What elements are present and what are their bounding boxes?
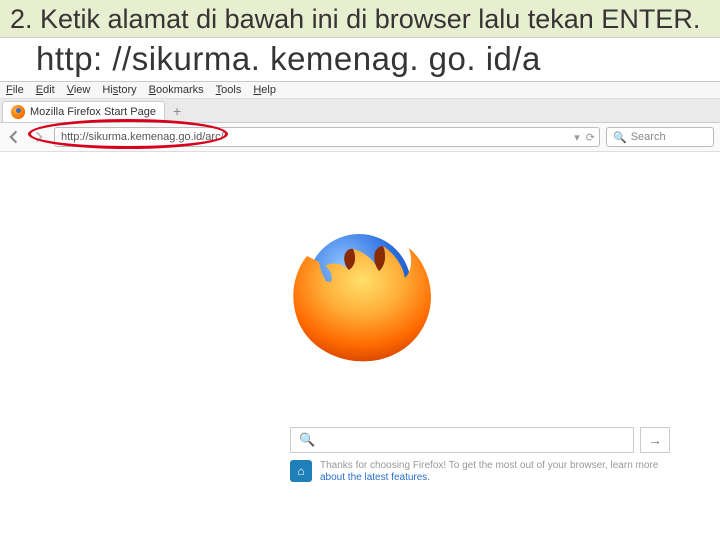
start-search-go-button[interactable]: →	[640, 427, 670, 453]
address-bar: http://sikurma.kemenag.go.id/arc/ ▾ ⟳ 🔍 …	[0, 123, 720, 152]
browser-frame: File Edit View History Bookmarks Tools H…	[0, 81, 720, 492]
start-page-search: 🔍 →	[290, 427, 670, 453]
promo-line1: Thanks for choosing Firefox! To get the …	[320, 460, 658, 471]
arrow-right-icon: →	[648, 432, 662, 448]
url-display: http: //sikurma. kemenag. go. id/a	[0, 38, 720, 81]
promo-banner: ⌂ Thanks for choosing Firefox! To get th…	[290, 460, 690, 484]
menu-tools[interactable]: Tools	[216, 84, 242, 96]
tab-title: Mozilla Firefox Start Page	[30, 106, 156, 118]
tab-start-page[interactable]: Mozilla Firefox Start Page	[2, 101, 165, 122]
reload-button[interactable]: ⟳	[586, 131, 595, 144]
menu-help[interactable]: Help	[253, 84, 276, 96]
url-text: http://sikurma.kemenag.go.id/arc/	[61, 131, 224, 143]
instruction-banner: 2. Ketik alamat di bawah ini di browser …	[0, 0, 720, 38]
search-icon: 🔍	[613, 131, 627, 144]
home-icon: ⌂	[290, 460, 312, 482]
tab-strip: Mozilla Firefox Start Page +	[0, 99, 720, 123]
firefox-favicon-icon	[11, 105, 25, 119]
menu-file[interactable]: File	[6, 84, 24, 96]
menu-view[interactable]: View	[67, 84, 91, 96]
url-input[interactable]: http://sikurma.kemenag.go.id/arc/ ▾ ⟳	[54, 127, 600, 147]
search-input[interactable]: 🔍 Search	[606, 127, 714, 147]
promo-link[interactable]: about the latest features.	[320, 472, 430, 483]
menu-edit[interactable]: Edit	[36, 84, 55, 96]
firefox-logo-icon	[285, 216, 435, 366]
forward-button[interactable]	[30, 128, 48, 146]
chevron-right-icon	[33, 131, 45, 143]
dropdown-icon[interactable]: ▾	[574, 131, 580, 144]
menu-history[interactable]: History	[102, 84, 136, 96]
search-icon: 🔍	[299, 432, 315, 448]
search-placeholder: Search	[631, 131, 666, 143]
start-search-input[interactable]: 🔍	[290, 427, 634, 453]
browser-content: 🔍 → ⌂ Thanks for choosing Firefox! To ge…	[0, 152, 720, 492]
promo-text: Thanks for choosing Firefox! To get the …	[320, 460, 658, 484]
chevron-left-icon	[8, 130, 22, 144]
instruction-text: 2. Ketik alamat di bawah ini di browser …	[10, 4, 710, 35]
new-tab-button[interactable]: +	[165, 103, 189, 119]
menu-bookmarks[interactable]: Bookmarks	[149, 84, 204, 96]
firefox-fox-icon	[285, 216, 435, 366]
back-button[interactable]	[6, 128, 24, 146]
menubar: File Edit View History Bookmarks Tools H…	[0, 82, 720, 99]
